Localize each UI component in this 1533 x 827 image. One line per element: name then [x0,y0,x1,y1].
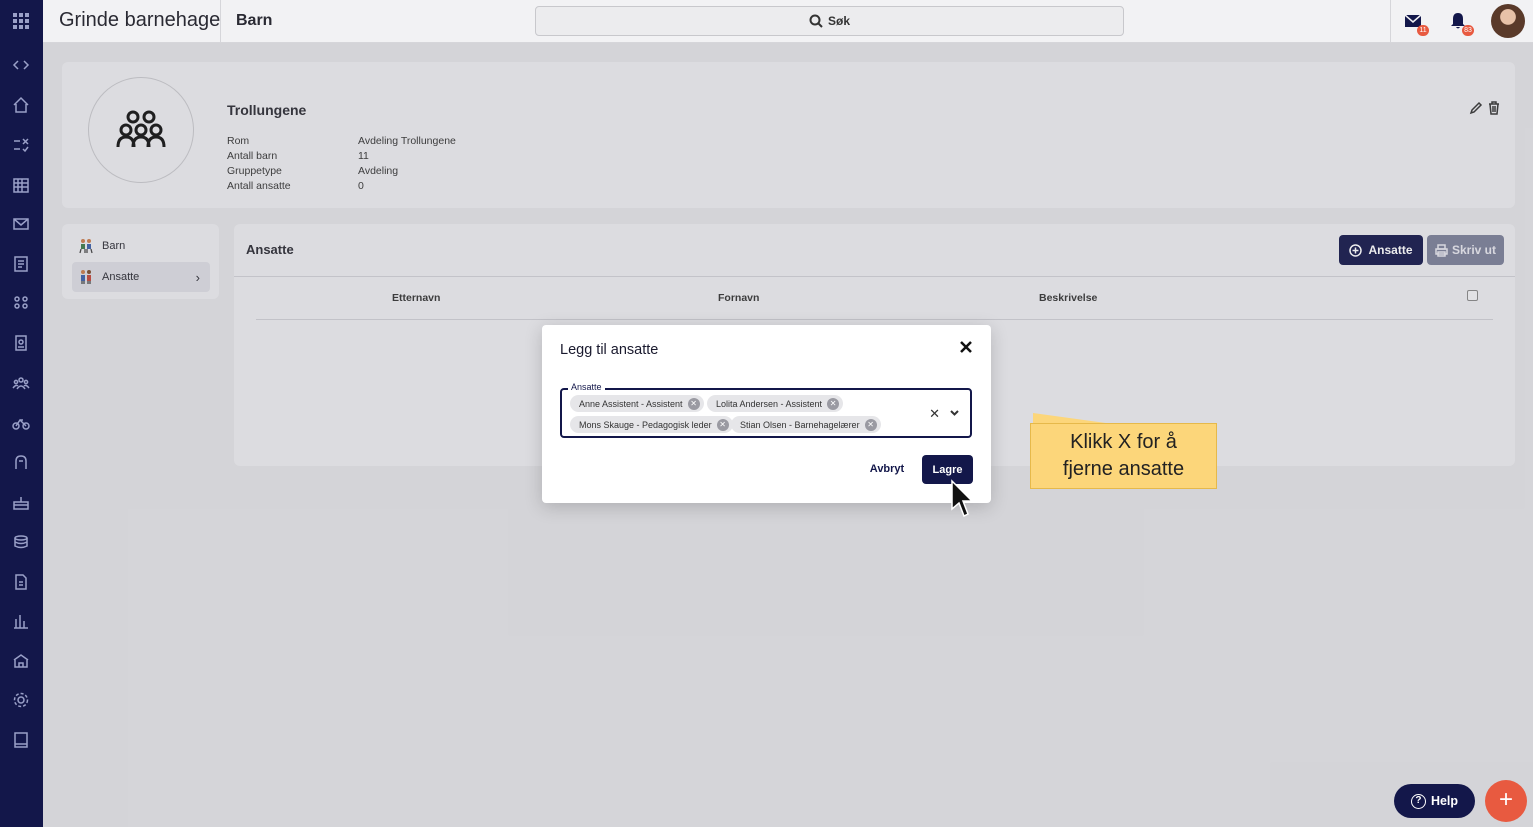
badge-icon[interactable] [11,333,31,353]
field-label: Ansatte [568,382,605,392]
close-icon[interactable] [958,339,974,355]
brand-name[interactable]: Grinde barnehage [59,9,220,32]
section-title: Barn [236,12,273,29]
home-icon[interactable] [11,95,31,115]
notification-badge: 83 [1462,25,1474,36]
employee-chip: Mons Skauge - Pedagogisk leder ✕ [570,416,733,433]
search-icon [809,14,823,28]
checklist-icon[interactable] [11,135,31,155]
chip-remove-icon[interactable]: ✕ [716,418,729,431]
chip-remove-icon[interactable]: ✕ [827,397,840,410]
chevron-down-icon[interactable] [949,405,960,423]
notifications-button[interactable]: 83 [1448,11,1474,36]
bike-icon[interactable] [11,413,31,433]
help-button[interactable]: ? Help [1394,784,1475,818]
book-icon[interactable] [11,730,31,750]
employees-multiselect[interactable]: Ansatte Anne Assistent - Assistent ✕ Lol… [560,382,972,438]
chip-remove-icon[interactable]: ✕ [864,418,877,431]
calendar-icon[interactable] [11,175,31,195]
callout-line: Klikk X for å [1070,431,1177,453]
news-icon[interactable] [11,254,31,274]
divider [1390,0,1391,43]
mail-badge: 11 [1417,25,1429,36]
birthday-icon[interactable] [11,492,31,512]
top-bar: Grinde barnehage Barn Søk 11 83 [43,0,1533,43]
settings-gear-icon[interactable] [11,690,31,710]
question-icon: ? [1410,793,1426,809]
add-fab-button[interactable]: + [1485,780,1527,822]
clear-all-icon[interactable]: ✕ [929,406,940,422]
expand-code-icon[interactable] [11,55,31,75]
add-employees-dialog: Legg til ansatte Ansatte Anne Assistent … [542,325,991,503]
dialog-title: Legg til ansatte [560,342,659,358]
left-rail [0,0,43,827]
divider [220,0,221,43]
chip-remove-icon[interactable]: ✕ [687,397,700,410]
tutorial-callout: Klikk X for å fjerne ansatte [1030,423,1217,489]
payments-icon[interactable] [11,532,31,552]
search-label: Søk [827,14,850,28]
callout-line: fjerne ansatte [1062,458,1185,480]
institution-icon[interactable] [11,651,31,671]
document-icon[interactable] [11,572,31,592]
children-icon[interactable] [11,293,31,313]
employee-chip: Lolita Andersen - Assistent ✕ [707,395,844,412]
chip-label: Anne Assistent - Assistent [579,398,683,409]
user-avatar[interactable] [1491,4,1525,38]
chip-label: Mons Skauge - Pedagogisk leder [579,419,712,430]
mouse-cursor-icon [951,479,972,518]
cancel-button[interactable]: Avbryt [866,459,908,479]
chip-label: Stian Olsen - Barnehagelærer [740,419,860,430]
employee-chip: Anne Assistent - Assistent ✕ [570,395,704,412]
apps-grid-icon[interactable] [11,11,31,31]
help-label: Help [1430,794,1459,808]
search-input[interactable]: Søk [535,6,1124,36]
employee-chip: Stian Olsen - Barnehagelærer ✕ [731,416,881,433]
chart-icon[interactable] [11,611,31,631]
mail-icon[interactable] [11,214,31,234]
mail-button[interactable]: 11 [1403,11,1429,36]
activity-icon[interactable] [11,452,31,472]
chip-label: Lolita Andersen - Assistent [716,398,823,409]
groups-icon[interactable] [11,373,31,393]
